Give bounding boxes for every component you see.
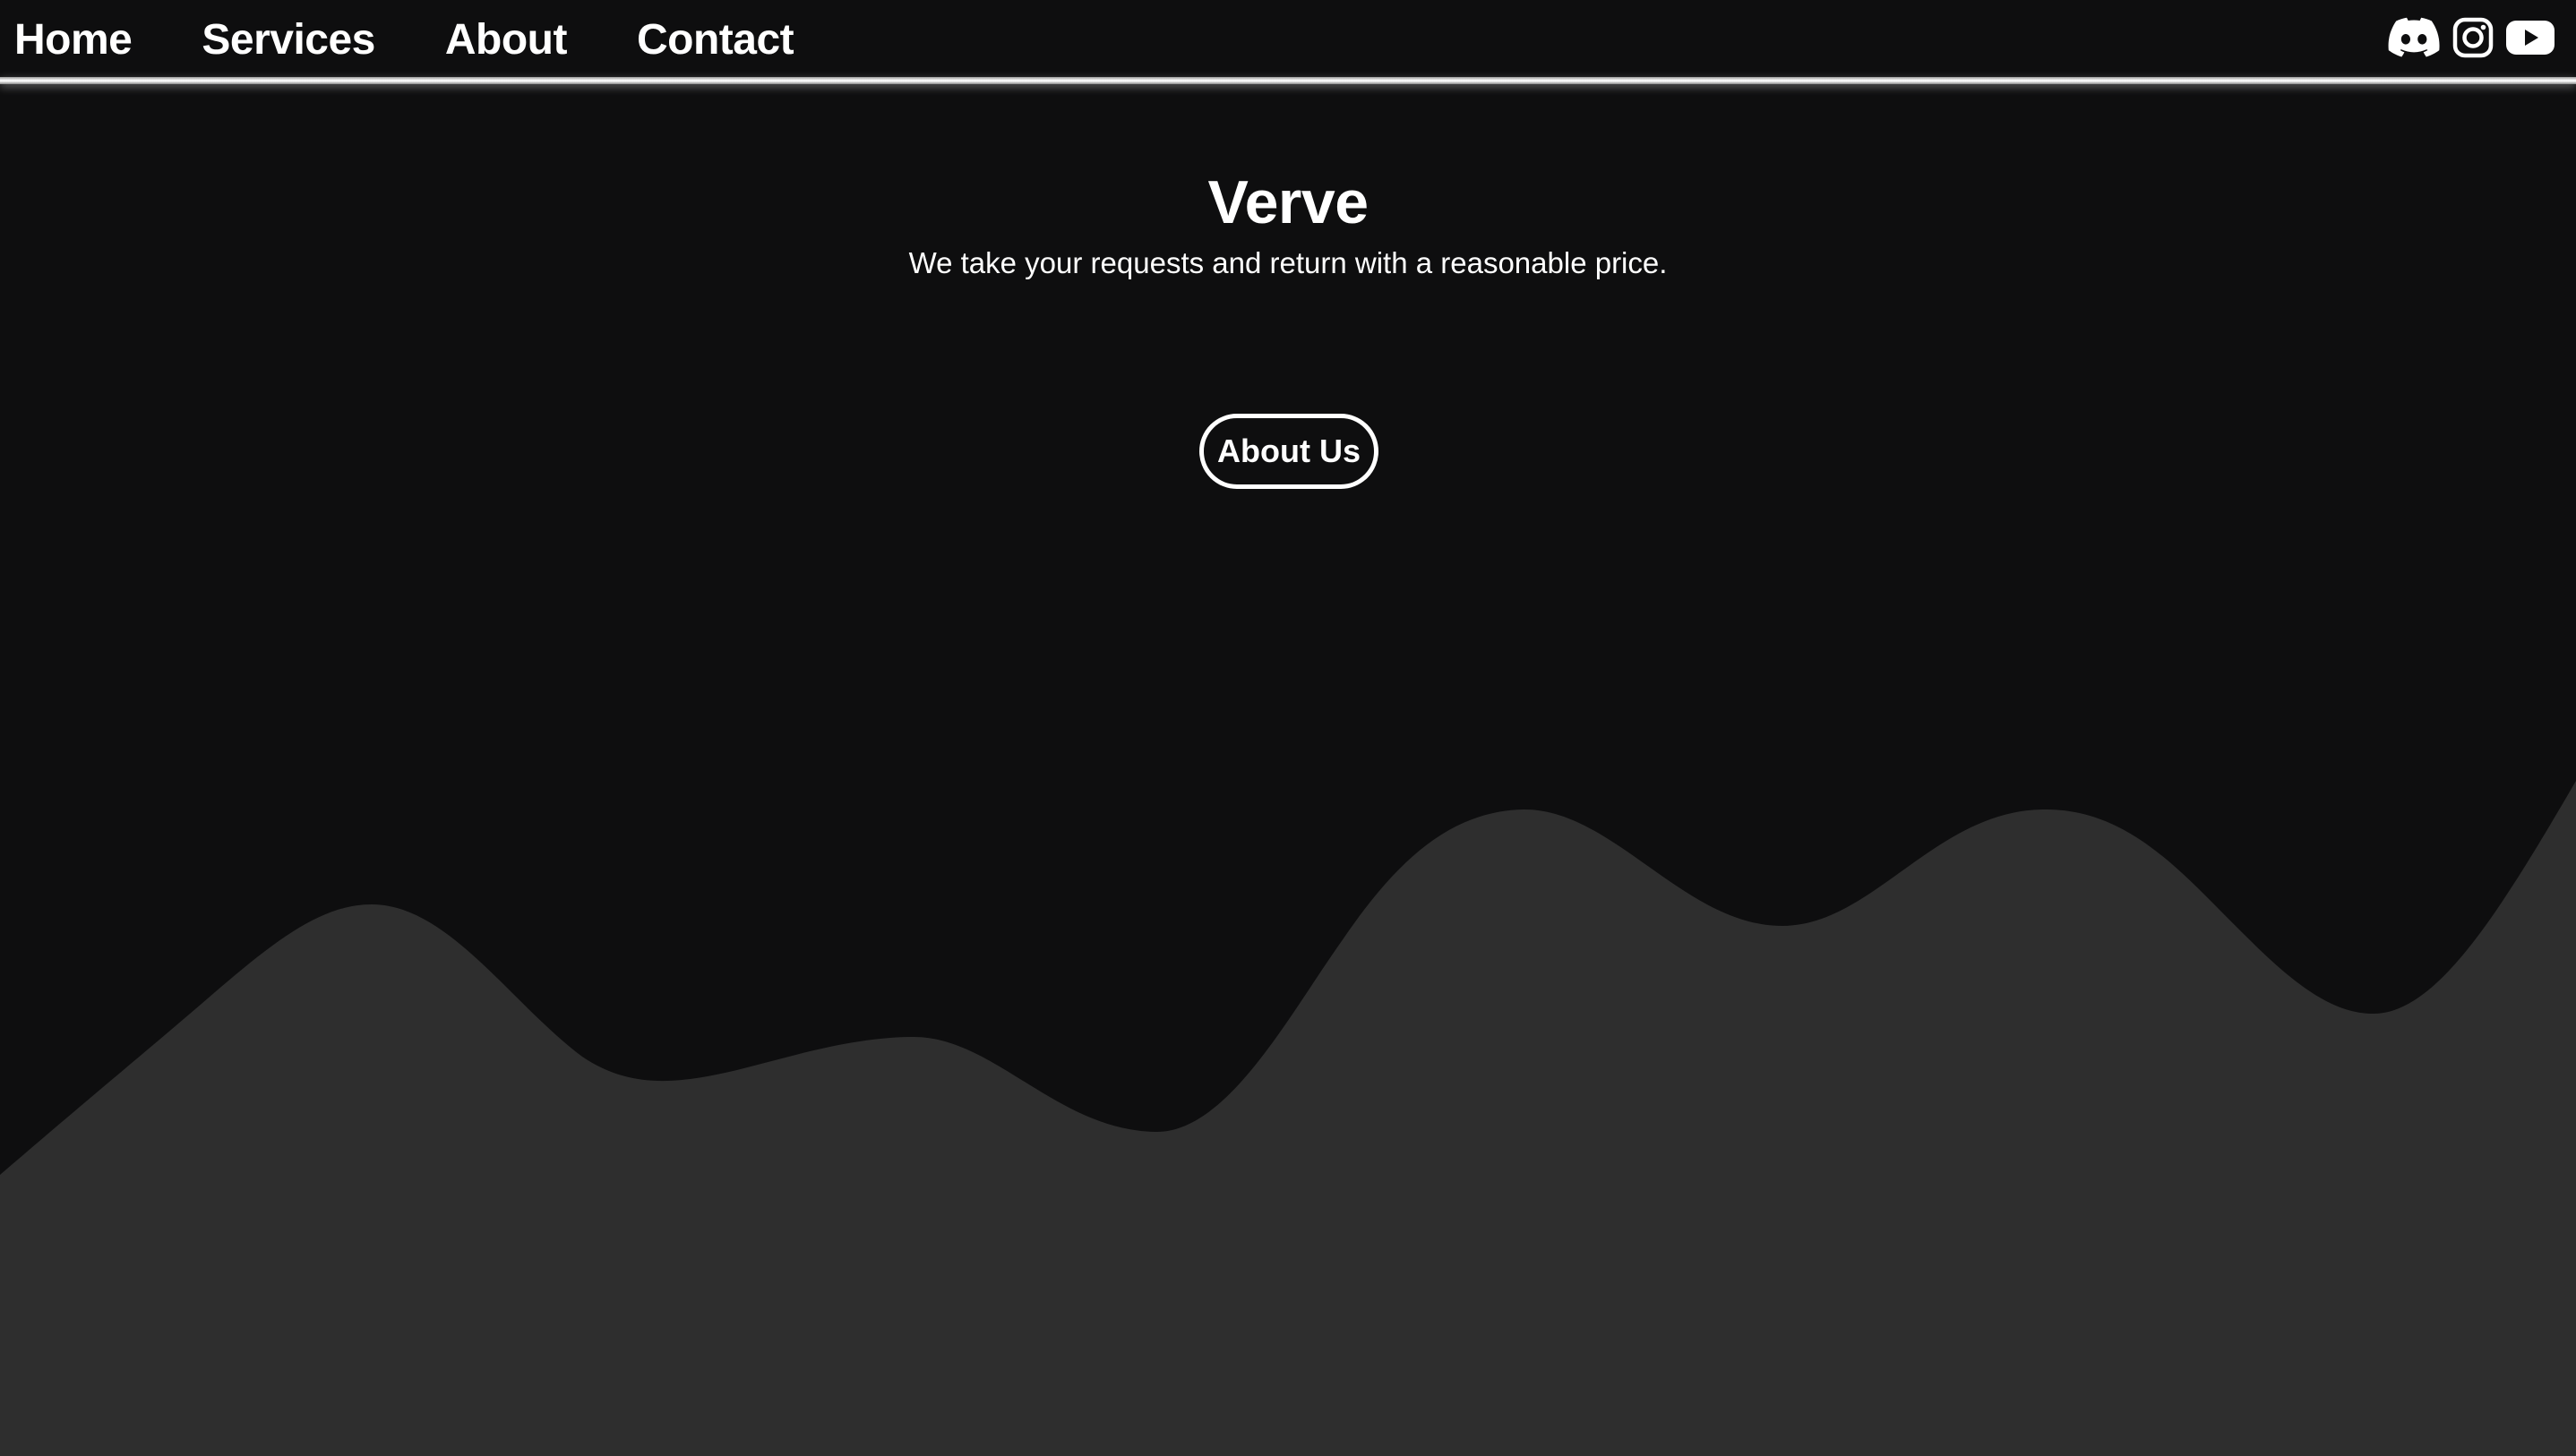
youtube-icon[interactable]	[2506, 20, 2555, 60]
hero-subtitle: We take your requests and return with a …	[908, 246, 1668, 279]
hero-title: Verve	[1207, 168, 1369, 236]
navbar: Home Services About Contact	[0, 0, 2576, 79]
page: Home Services About Contact Verve We tak…	[0, 0, 2576, 1456]
nav-link-about[interactable]: About	[445, 15, 568, 64]
hero: Verve We take your requests and return w…	[0, 161, 2576, 283]
wave-shape	[0, 781, 2576, 1456]
nav-links: Home Services About Contact	[14, 0, 863, 79]
about-us-button[interactable]: About Us	[1199, 414, 1378, 489]
instagram-icon[interactable]	[2452, 17, 2494, 63]
nav-link-contact[interactable]: Contact	[637, 15, 794, 64]
nav-link-home[interactable]: Home	[14, 15, 133, 64]
nav-divider	[0, 77, 2576, 84]
discord-icon[interactable]	[2388, 17, 2440, 63]
social-links	[2375, 0, 2555, 79]
nav-link-services[interactable]: Services	[202, 15, 375, 64]
